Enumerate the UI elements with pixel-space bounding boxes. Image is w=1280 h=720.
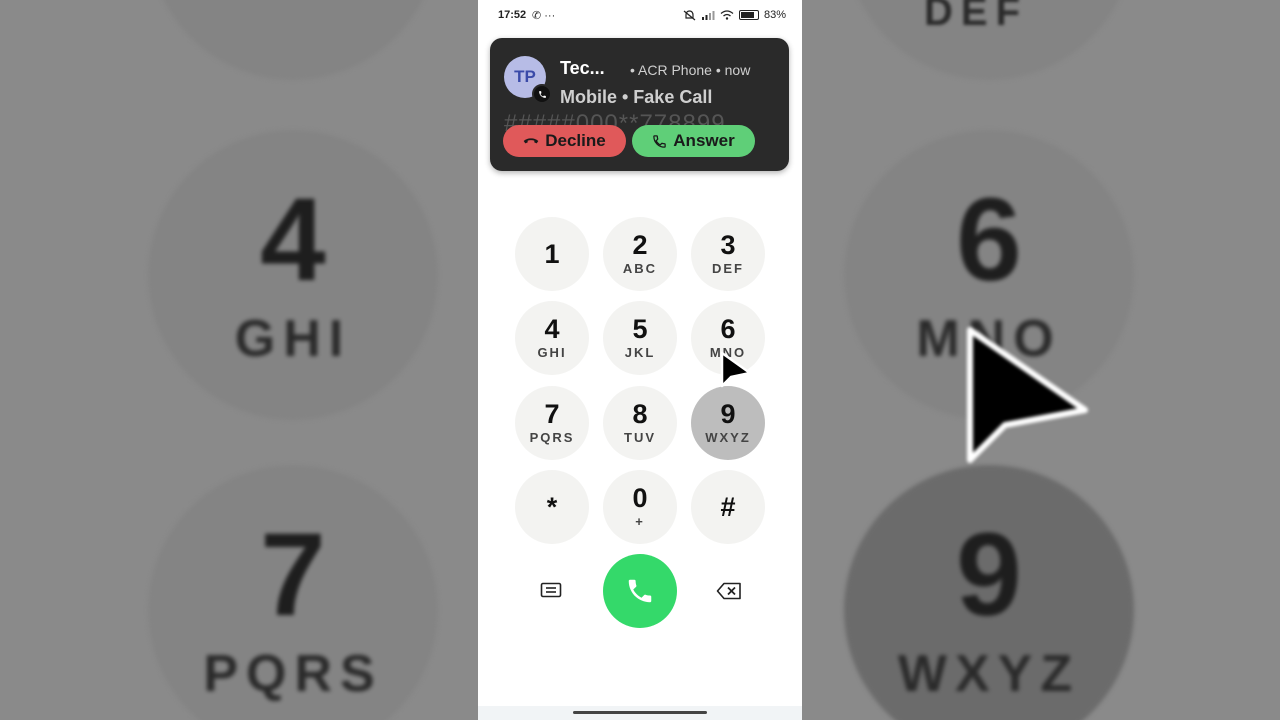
key-digit: 8 xyxy=(632,399,648,429)
dialpad-key-2[interactable]: 2 ABC xyxy=(603,217,677,291)
key-letters: TUV xyxy=(624,430,656,445)
key-digit: 7 xyxy=(544,399,560,429)
zoomed-key-letters: PQRS xyxy=(203,645,383,703)
message-icon[interactable] xyxy=(536,578,566,604)
key-digit: 6 xyxy=(720,314,736,344)
zoomed-key-letters: WXYZ xyxy=(897,645,1081,703)
key-digit: 9 xyxy=(720,399,736,429)
backspace-icon[interactable] xyxy=(714,578,744,604)
zoomed-cursor-icon xyxy=(967,327,1088,463)
hang-up-icon xyxy=(523,138,539,144)
phone-badge-icon xyxy=(532,84,552,104)
key-letters: WXYZ xyxy=(705,430,751,445)
zoomed-key-digit: 7 xyxy=(260,509,326,641)
key-digit: # xyxy=(720,491,736,522)
dialpad-key-star[interactable]: * xyxy=(515,470,589,544)
incoming-call-notification[interactable]: #####000**778899 TP Tec... • ACR Phone •… xyxy=(490,38,789,171)
phone-icon xyxy=(653,134,667,148)
dialpad-key-3[interactable]: 3 DEF xyxy=(691,217,765,291)
key-digit: * xyxy=(546,491,558,522)
zoomed-key-letters: GHI xyxy=(234,310,352,368)
caller-name: Tec... xyxy=(560,58,605,78)
call-button[interactable] xyxy=(603,554,677,628)
key-digit: 2 xyxy=(632,230,648,260)
status-right-icons: 83% xyxy=(683,9,786,21)
signal-icon xyxy=(701,11,715,20)
phone-icon xyxy=(628,579,652,603)
phone-screen: 17:52 ✆ ··· 83% #####000**778899 TP Tec.… xyxy=(478,0,802,720)
status-time: 17:52 xyxy=(498,9,527,21)
battery-percent: 83% xyxy=(763,9,786,21)
status-left-icons: ✆ ··· xyxy=(532,10,556,22)
decline-button[interactable]: Decline xyxy=(503,125,626,157)
key-digit: 3 xyxy=(720,230,736,260)
status-bar: 17:52 ✆ ··· 83% xyxy=(478,0,802,32)
home-gesture-bar[interactable] xyxy=(573,711,707,714)
zoomed-key-top-left xyxy=(148,0,438,80)
key-digit: 4 xyxy=(544,314,560,344)
zoomed-key-digit: 4 xyxy=(260,174,326,306)
key-digit: 5 xyxy=(632,314,648,344)
dialpad-key-7[interactable]: 7 PQRS xyxy=(515,386,589,460)
key-letters: GHI xyxy=(537,345,567,360)
zoomed-background-left: 4 GHI 7 PQRS xyxy=(0,0,478,720)
key-letters: JKL xyxy=(624,345,656,360)
key-letters: PQRS xyxy=(529,430,575,445)
dialpad-key-hash[interactable]: # xyxy=(691,470,765,544)
answer-label: Answer xyxy=(673,131,735,150)
mouse-cursor-icon xyxy=(720,351,752,388)
wifi-icon xyxy=(720,10,734,20)
dialpad-key-5[interactable]: 5 JKL xyxy=(603,301,677,375)
bell-muted-icon xyxy=(683,9,696,20)
dialpad-key-0[interactable]: 0 + xyxy=(603,470,677,544)
key-letters: + xyxy=(635,514,645,529)
dialpad-key-8[interactable]: 8 TUV xyxy=(603,386,677,460)
key-digit: 0 xyxy=(632,483,648,513)
zoomed-key-7: 7 PQRS xyxy=(148,465,438,720)
zoomed-background-right: DEF 6 MNO 9 WXYZ xyxy=(802,0,1280,720)
key-letters: ABC xyxy=(622,261,658,276)
zoomed-key-digit: 6 xyxy=(956,174,1022,306)
zoomed-key-4: 4 GHI xyxy=(148,130,438,420)
zoomed-key-9: 9 WXYZ xyxy=(844,465,1134,720)
call-subtitle: Mobile • Fake Call xyxy=(560,87,713,107)
dialpad-key-4[interactable]: 4 GHI xyxy=(515,301,589,375)
zoomed-key-letters: DEF xyxy=(924,0,1028,34)
key-letters: DEF xyxy=(712,261,744,276)
dialpad-key-1[interactable]: 1 xyxy=(515,217,589,291)
battery-icon xyxy=(738,10,759,20)
dialpad-key-9[interactable]: 9 WXYZ xyxy=(691,386,765,460)
notification-meta: • ACR Phone • now xyxy=(630,62,751,78)
avatar-initials: TP xyxy=(514,67,536,86)
key-digit: 1 xyxy=(544,238,560,269)
decline-label: Decline xyxy=(545,131,606,150)
answer-button[interactable]: Answer xyxy=(632,125,755,157)
zoomed-key-digit: 9 xyxy=(956,509,1022,641)
